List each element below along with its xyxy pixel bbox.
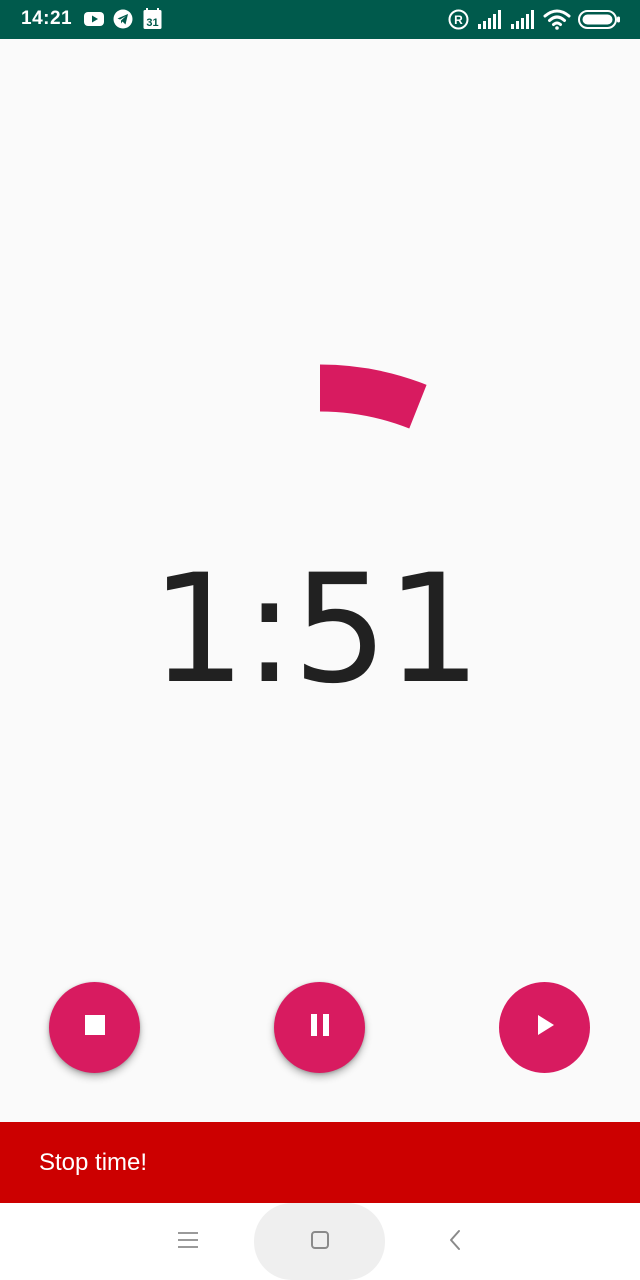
navigation-bar	[0, 1203, 640, 1280]
youtube-icon	[83, 9, 105, 34]
menu-icon	[177, 1231, 199, 1254]
battery-icon	[578, 9, 621, 35]
timer-screen: 14:21 31 R 1:51 Stop time!	[0, 0, 640, 1280]
calendar-day: 31	[146, 17, 158, 29]
timer-display: 1:51	[150, 543, 482, 717]
status-bar: 14:21 31 R	[0, 0, 640, 39]
telegram-icon	[113, 9, 133, 34]
stop-button[interactable]	[49, 982, 140, 1073]
pause-button[interactable]	[274, 982, 365, 1073]
signal-icon	[477, 10, 503, 34]
roaming-label: R	[454, 13, 463, 27]
progress-arc-segment	[319, 364, 427, 429]
home-button[interactable]	[305, 1227, 335, 1257]
home-icon	[310, 1230, 330, 1255]
back-icon	[448, 1229, 462, 1256]
back-button[interactable]	[440, 1227, 470, 1257]
menu-button[interactable]	[173, 1227, 203, 1257]
calendar-icon: 31	[143, 8, 162, 35]
wifi-icon	[543, 8, 571, 35]
status-time: 14:21	[21, 8, 73, 29]
pause-icon	[310, 1014, 330, 1041]
signal-icon	[510, 10, 536, 34]
play-button[interactable]	[499, 982, 590, 1073]
stop-icon	[84, 1015, 105, 1040]
snackbar: Stop time!	[0, 1122, 640, 1203]
roaming-icon: R	[448, 9, 469, 35]
play-icon	[535, 1014, 555, 1041]
snackbar-message: Stop time!	[39, 1149, 148, 1176]
